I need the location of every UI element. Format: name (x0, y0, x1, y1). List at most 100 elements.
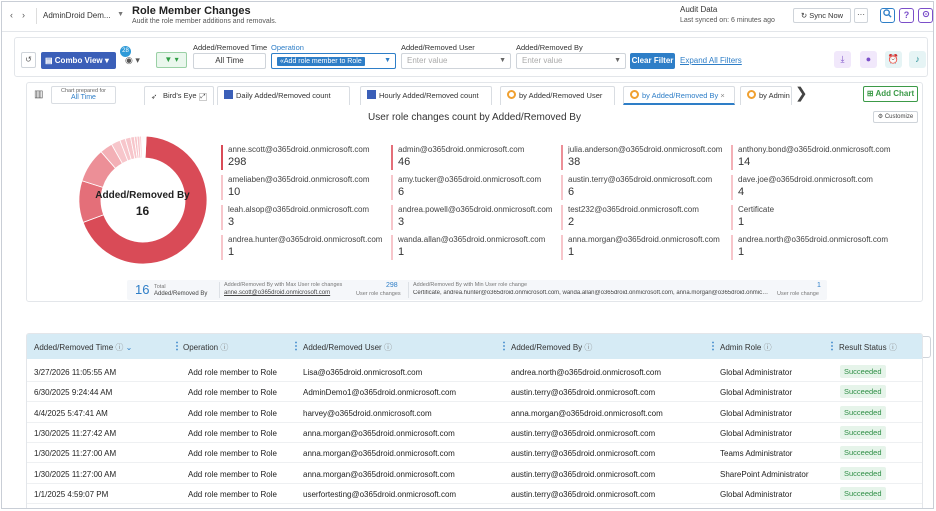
legend-item[interactable]: austin.terry@o365droid.onmicrosoft.com 6 (561, 175, 731, 200)
table-row[interactable]: 4/4/2025 5:47:41 AM Add role member to Ro… (27, 403, 922, 423)
legend-label: dave.joe@o365droid.onmicrosoft.com (738, 175, 873, 184)
chevron-right-icon[interactable]: ❯ (795, 84, 808, 102)
legend-item[interactable]: anthony.bond@o365droid.onmicrosoft.com 14 (731, 145, 901, 170)
column-menu-icon[interactable]: ⋮ (827, 341, 837, 352)
download-button[interactable]: ⤓ (834, 51, 851, 68)
table-row[interactable]: 1/30/2025 11:27:00 AM Add role member to … (27, 443, 922, 464)
legend-item[interactable]: ameliaben@o365droid.onmicrosoft.com 10 (221, 175, 391, 200)
tab-by-added-removed-by[interactable]: by Added/Removed By × (623, 86, 735, 105)
add-chart-button[interactable]: ⊞ Add Chart (863, 86, 918, 102)
legend-value: 4 (738, 186, 745, 198)
expand-all-filters-link[interactable]: Expand All Filters (680, 56, 742, 65)
chevron-down-icon: ▼ (614, 57, 621, 64)
operation-chip[interactable]: «Add role member to Role (277, 57, 365, 66)
combo-view-button[interactable]: ▤ Combo View ▾ (41, 52, 116, 69)
user-filter-input[interactable]: Enter value ▼ (401, 53, 511, 69)
legend-label: leah.alsop@o365droid.onmicrosoft.com (228, 205, 370, 214)
sort-icon[interactable]: ⌄ (126, 343, 133, 352)
cell-time: 3/27/2026 11:05:55 AM (34, 368, 117, 377)
legend-value: 38 (568, 156, 581, 168)
donut-center-value: 16 (135, 204, 150, 218)
table-row[interactable]: 6/30/2025 9:24:44 AM Add role member to R… (27, 382, 922, 403)
legend-item[interactable]: admin@o365droid.onmicrosoft.com 46 (391, 145, 561, 170)
tab-daily-count[interactable]: Daily Added/Removed count (217, 86, 350, 105)
settings-button[interactable] (918, 8, 933, 23)
column-header-status[interactable]: Result Status ⓘ (839, 342, 897, 353)
column-header-role[interactable]: Admin Role ⓘ (720, 342, 772, 353)
legend-value: 298 (228, 156, 247, 168)
search-button[interactable] (880, 8, 895, 23)
by-filter-input[interactable]: Enter value ▼ (516, 53, 626, 69)
table-row[interactable]: 1/1/2025 4:59:07 PM Add role member to Ro… (27, 484, 922, 504)
download-icon: ⤓ (840, 54, 845, 64)
operation-filter-select[interactable]: «Add role member to Role ▼ (271, 53, 396, 69)
top-bar: ‹ › AdminDroid Dem... ▼ Role Member Chan… (2, 2, 933, 32)
legend-item[interactable]: julia.anderson@o365droid.onmicrosoft.com… (561, 145, 731, 170)
expand-icon: ⤢ (198, 93, 208, 101)
clear-filter-button[interactable]: Clear Filter (630, 53, 675, 69)
legend-item[interactable]: Certificate 1 (731, 205, 901, 230)
column-header-user[interactable]: Added/Removed User ⓘ (303, 342, 392, 353)
tab-by-user[interactable]: by Added/Removed User (500, 86, 615, 105)
column-menu-icon[interactable]: ⋮ (499, 341, 509, 352)
column-menu-icon[interactable]: ⋮ (291, 341, 301, 352)
donut-chart-icon (507, 90, 516, 99)
legend-item[interactable]: andrea.hunter@o365droid.onmicrosoft.com 1 (221, 235, 391, 260)
eye-icon[interactable]: ◉ ▾ (125, 55, 140, 66)
sync-now-label: Sync Now (809, 11, 844, 20)
combo-view-label: Combo View (54, 56, 103, 65)
tenant-selector[interactable]: AdminDroid Dem... ▼ (36, 8, 128, 24)
cell-role: Global Administrator (720, 388, 793, 398)
legend-item[interactable]: dave.joe@o365droid.onmicrosoft.com 4 (731, 175, 901, 200)
legend-item[interactable]: leah.alsop@o365droid.onmicrosoft.com 3 (221, 205, 391, 230)
chat-button[interactable]: ● (860, 51, 877, 68)
reset-button[interactable]: ↺ (21, 52, 36, 68)
legend-value: 2 (568, 216, 575, 228)
legend-label: test232@o365droid.onmicrosoft.com (568, 205, 699, 214)
filter-toggle-button[interactable]: ▼ ▾ (156, 52, 187, 68)
column-menu-icon[interactable]: ⋮ (708, 341, 718, 352)
tab-by-admin[interactable]: by Admin (740, 86, 792, 105)
cell-time: 6/30/2025 9:24:44 AM (34, 388, 113, 398)
more-options-button[interactable]: ··· (854, 8, 868, 23)
legend-item[interactable]: anna.morgan@o365droid.onmicrosoft.com 1 (561, 235, 731, 260)
column-header-operation[interactable]: Operation ⓘ (183, 342, 228, 353)
summary-min-label: Added/Removed By with Min User role chan… (413, 282, 528, 288)
chart-period-selector[interactable]: Chart prepared for All Time (51, 86, 116, 104)
schedule-button[interactable]: ⏰ (885, 51, 902, 68)
time-filter-select[interactable]: All Time (193, 53, 266, 69)
legend-item[interactable]: amy.tucker@o365droid.onmicrosoft.com 6 (391, 175, 561, 200)
legend-item[interactable]: andrea.powell@o365droid.onmicrosoft.com 3 (391, 205, 561, 230)
tab-birds-eye[interactable]: ➶ Bird's Eye ⤢ (144, 86, 214, 105)
cell-operation: Add role member to Role (188, 388, 277, 398)
column-menu-icon[interactable]: ⋮ (172, 341, 182, 352)
bar-chart-icon[interactable]: ▥ (34, 89, 43, 100)
table-row[interactable]: 1/30/2025 11:27:00 AM Add role member to … (27, 464, 922, 484)
summary-min-users[interactable]: Certificate, andrea.hunter@o365droid.onm… (413, 290, 769, 296)
cell-role: Global Administrator (720, 368, 793, 377)
legend-item[interactable]: wanda.allan@o365droid.onmicrosoft.com 1 (391, 235, 561, 260)
cell-operation: Add role member to Role (188, 449, 277, 459)
column-label: Admin Role (720, 343, 762, 352)
by-filter-label: Added/Removed By (516, 43, 583, 52)
forward-arrow-icon[interactable]: › (22, 10, 25, 20)
column-header-by[interactable]: Added/Removed By ⓘ (511, 342, 592, 353)
page-subtitle: Audit the role member additions and remo… (132, 18, 277, 25)
legend-value: 3 (228, 216, 235, 228)
legend-item[interactable]: andrea.north@o365droid.onmicrosoft.com 1 (731, 235, 901, 260)
tab-label: by Added/Removed User (519, 91, 603, 100)
tab-label: Daily Added/Removed count (236, 91, 331, 100)
back-arrow-icon[interactable]: ‹ (10, 10, 13, 20)
help-button[interactable]: ? (899, 8, 914, 23)
column-header-time[interactable]: Added/Removed Time ⓘ ⌄ (34, 342, 132, 353)
summary-max-user[interactable]: anne.scott@o365droid.onmicrosoft.com (224, 290, 330, 296)
close-icon[interactable]: × (720, 91, 724, 100)
alert-button[interactable]: ♪ (909, 51, 926, 68)
legend-item[interactable]: test232@o365droid.onmicrosoft.com 2 (561, 205, 731, 230)
sync-now-button[interactable]: ↻ Sync Now (793, 8, 851, 23)
table-row[interactable]: 3/27/2026 11:05:55 AM Add role member to … (27, 362, 922, 382)
table-row[interactable]: 1/30/2025 11:27:42 AM Add role member to … (27, 423, 922, 443)
tab-hourly-count[interactable]: Hourly Added/Removed count (360, 86, 492, 105)
legend-label: austin.terry@o365droid.onmicrosoft.com (568, 175, 713, 184)
legend-item[interactable]: anne.scott@o365droid.onmicrosoft.com 298 (221, 145, 391, 170)
